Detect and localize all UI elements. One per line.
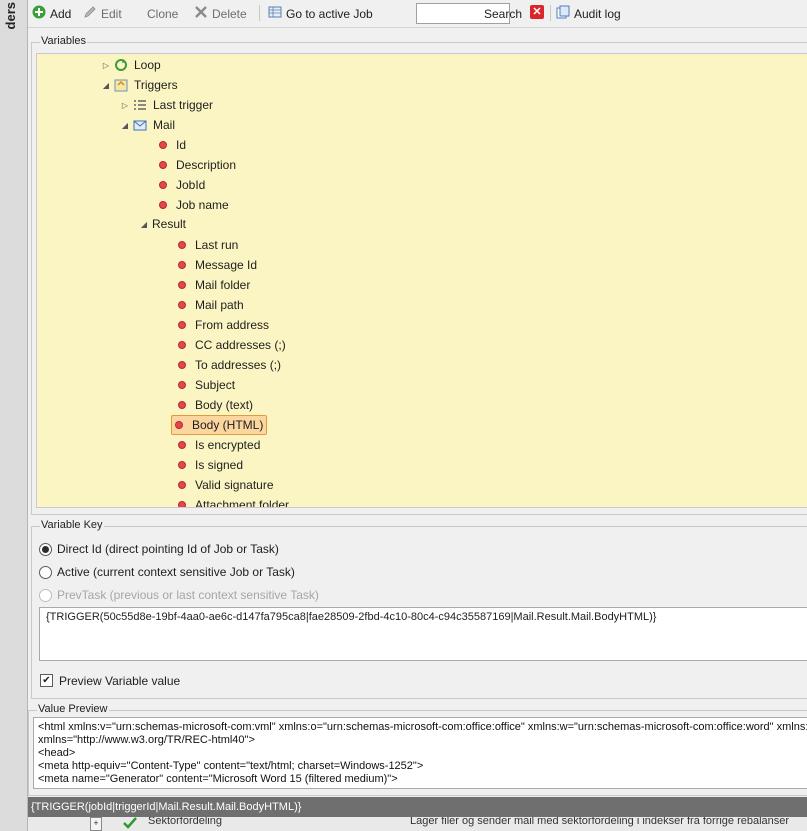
clear-search-icon[interactable]: ✕: [530, 5, 544, 19]
field-dot-icon: [175, 421, 183, 429]
collapse-triangle-icon[interactable]: ◢: [139, 220, 149, 229]
tree-node-mail[interactable]: ◢ Mail: [120, 116, 175, 134]
preview-line: <meta name="Generator" content="Microsof…: [38, 773, 398, 785]
tree-node-result-field[interactable]: Message Id: [178, 256, 257, 274]
tree-node-result-field[interactable]: Subject: [178, 376, 235, 394]
variables-tree[interactable]: ▷ Loop ◢ Triggers ▷ Last trigger ◢ Mail …: [36, 53, 807, 508]
tree-node-result-field[interactable]: CC addresses (;): [178, 336, 286, 354]
field-dot-icon: [178, 481, 186, 489]
preview-line: <head>: [38, 747, 76, 759]
expand-triangle-icon[interactable]: ▷: [120, 101, 130, 110]
toolbar-separator: [550, 5, 551, 21]
preview-line: xmlns="http://www.w3.org/TR/REC-html40">: [38, 734, 255, 746]
collapse-triangle-icon[interactable]: ◢: [120, 121, 130, 130]
row-name: Sektorfordeling: [148, 817, 222, 827]
toolbar: Add Edit Clone Delete Go to active Job S…: [28, 0, 807, 28]
tree-node-triggers[interactable]: ◢ Triggers: [101, 76, 178, 94]
pencil-icon: [83, 5, 97, 22]
variable-key-field[interactable]: {TRIGGER(50c55d8e-19bf-4aa0-ae6c-d147fa7…: [39, 607, 807, 661]
field-dot-icon: [159, 141, 167, 149]
preview-line: <html xmlns:v="urn:schemas-microsoft-com…: [38, 721, 807, 733]
tree-node-result-field[interactable]: Attachment folder: [178, 496, 289, 507]
loop-icon: [114, 58, 128, 72]
field-dot-icon: [178, 461, 186, 469]
radio-icon: [39, 588, 52, 602]
table-row[interactable]: + Sektorfordeling Lager filer og sender …: [28, 817, 807, 831]
field-dot-icon: [178, 281, 186, 289]
tree-node-result-field[interactable]: Body (text): [178, 396, 253, 414]
field-dot-icon: [178, 501, 186, 507]
audit-log-icon: [556, 5, 570, 22]
tree-node-selected[interactable]: Body (HTML): [171, 415, 268, 435]
toolbar-separator: [259, 5, 260, 21]
preview-checkbox[interactable]: ✔: [40, 674, 53, 687]
field-dot-icon: [178, 321, 186, 329]
plus-icon: [32, 5, 46, 22]
tree-node-mail-field[interactable]: Id: [159, 136, 186, 154]
tree-node-result-field[interactable]: Is encrypted: [178, 436, 260, 454]
tree-node-result-field[interactable]: Mail path: [178, 296, 244, 314]
radio-icon: [39, 565, 52, 579]
search-button[interactable]: Search: [484, 5, 522, 22]
variables-group-title: Variables: [40, 35, 88, 47]
tree-node-last-trigger[interactable]: ▷ Last trigger: [120, 96, 213, 114]
field-dot-icon: [178, 241, 186, 249]
field-dot-icon: [178, 301, 186, 309]
field-dot-icon: [178, 361, 186, 369]
tree-node-mail-field[interactable]: Description: [159, 156, 236, 174]
list-icon: [133, 98, 147, 112]
triggers-icon: [114, 78, 128, 92]
preview-line: <meta http-equiv="Content-Type" content=…: [38, 760, 424, 772]
check-icon: [123, 817, 137, 831]
expand-row-icon[interactable]: +: [90, 817, 102, 831]
prevtask-radio[interactable]: PrevTask (previous or last context sensi…: [39, 588, 319, 602]
grid-icon: [268, 5, 282, 22]
field-dot-icon: [178, 381, 186, 389]
delete-button[interactable]: Delete: [194, 5, 247, 22]
radio-selected-icon: [39, 542, 52, 556]
tree-node-mail-field[interactable]: Job name: [159, 196, 229, 214]
tree-node-mail-field[interactable]: JobId: [159, 176, 205, 194]
field-dot-icon: [178, 261, 186, 269]
tree-node-result-field[interactable]: Valid signature: [178, 476, 274, 494]
active-radio[interactable]: Active (current context sensitive Job or…: [39, 565, 295, 579]
field-dot-icon: [159, 181, 167, 189]
direct-id-radio[interactable]: Direct Id (direct pointing Id of Job or …: [39, 542, 279, 556]
tree-node-result-field[interactable]: Last run: [178, 236, 238, 254]
tree-node-loop[interactable]: ▷ Loop: [101, 56, 161, 74]
tree-node-result-field[interactable]: From address: [178, 316, 269, 334]
field-dot-icon: [159, 201, 167, 209]
tree-node-result-field[interactable]: Mail folder: [178, 276, 250, 294]
clone-button[interactable]: Clone: [147, 5, 178, 22]
side-panel-tab[interactable]: ders: [0, 0, 28, 831]
tree-node-result[interactable]: ◢ Result: [139, 215, 186, 233]
status-bar: {TRIGGER(jobId|triggerId|Mail.Result.Mai…: [28, 797, 807, 817]
variable-key-group-title: Variable Key: [40, 519, 104, 531]
collapse-triangle-icon[interactable]: ◢: [101, 81, 111, 90]
tree-node-result-field[interactable]: Is signed: [178, 456, 243, 474]
field-dot-icon: [178, 401, 186, 409]
tree-node-result-field[interactable]: To addresses (;): [178, 356, 281, 374]
expand-triangle-icon[interactable]: ▷: [101, 61, 111, 70]
field-dot-icon: [178, 341, 186, 349]
row-description: Lager filer og sender mail med sektorfor…: [410, 817, 790, 827]
field-dot-icon: [159, 161, 167, 169]
field-dot-icon: [178, 441, 186, 449]
value-preview-group-title: Value Preview: [37, 703, 109, 715]
audit-log-button[interactable]: Audit log: [556, 5, 621, 22]
add-button[interactable]: Add: [32, 5, 71, 22]
go-to-active-job-button[interactable]: Go to active Job: [268, 5, 373, 22]
side-panel-label: ders: [3, 2, 18, 30]
value-preview-text[interactable]: <html xmlns:v="urn:schemas-microsoft-com…: [33, 717, 807, 789]
preview-checkbox-label: Preview Variable value: [59, 674, 181, 688]
delete-x-icon: [194, 5, 208, 22]
edit-button[interactable]: Edit: [83, 5, 122, 22]
mail-icon: [133, 118, 147, 132]
